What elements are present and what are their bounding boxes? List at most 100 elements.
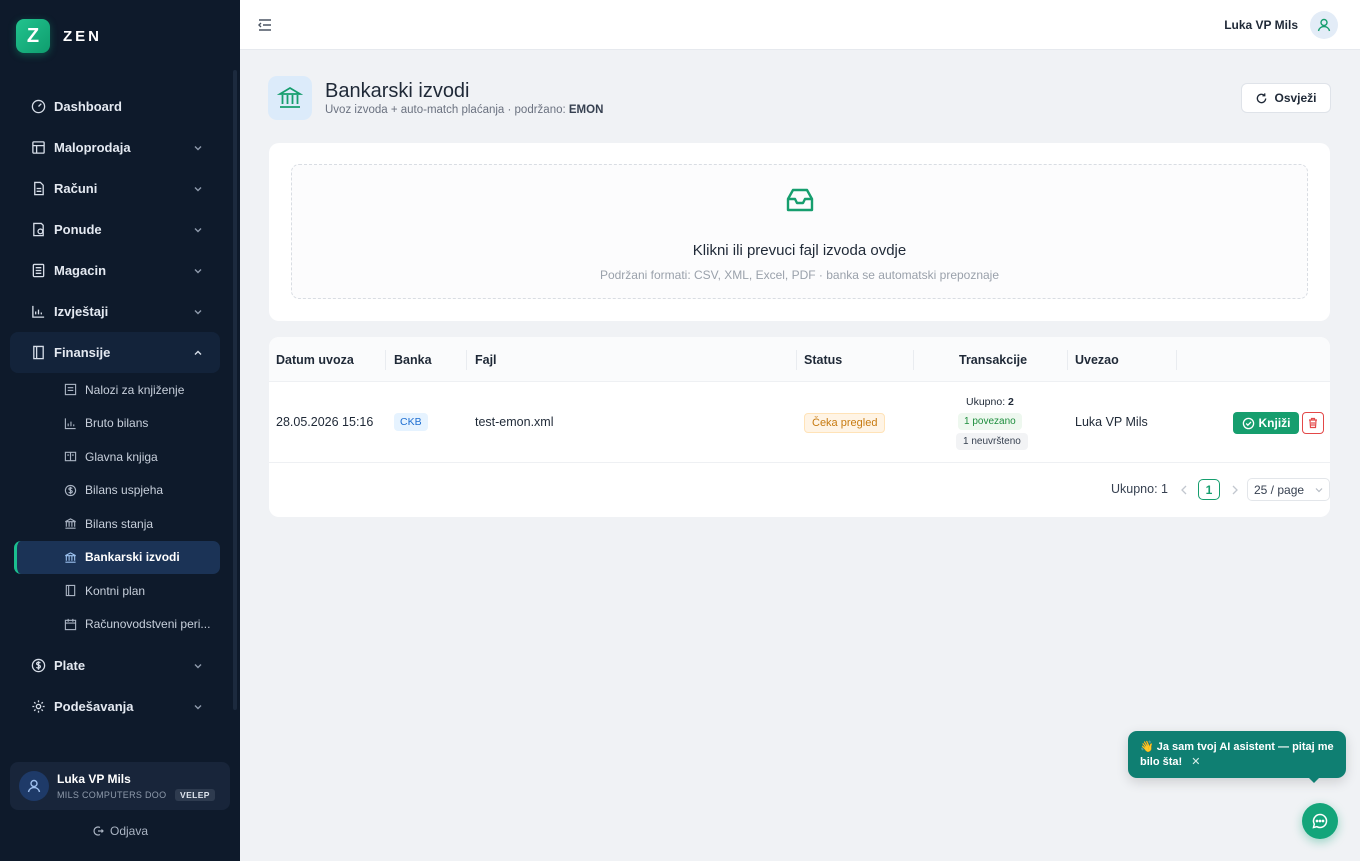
page-size-select[interactable]: 25 / page	[1247, 478, 1330, 501]
sidebar-subitem-label: Nalozi za knjiženje	[85, 382, 185, 397]
sidebar-item-glavna-knjiga[interactable]: Glavna knjiga	[14, 440, 220, 474]
book-icon	[63, 584, 77, 598]
sidebar-scrollbar[interactable]	[233, 70, 237, 710]
ai-assistant-message: Ja sam tvoj AI asistent — pitaj me bilo …	[1140, 741, 1334, 768]
column-divider	[385, 350, 386, 370]
chevron-down-icon	[194, 187, 202, 192]
sidebar-item-bruto-bilans[interactable]: Bruto bilans	[14, 407, 220, 441]
delete-button[interactable]	[1302, 412, 1324, 434]
sidebar-item-finansije[interactable]: Finansije	[10, 332, 220, 373]
sidebar-item-label: Izvještaji	[54, 304, 109, 319]
column-divider	[1176, 350, 1177, 370]
column-header-transactions[interactable]: Transakcije	[959, 353, 1027, 367]
chart-icon	[30, 304, 46, 320]
warehouse-icon	[30, 263, 46, 279]
sidebar-user-card[interactable]: Luka VP Mils MILS COMPUTERS DOO VELEP	[10, 762, 230, 810]
table-row[interactable]: 28.05.2026 15:16 CKB test-emon.xml Čeka …	[269, 382, 1330, 463]
sidebar-item-magacin[interactable]: Magacin	[10, 250, 220, 291]
logout-label: Odjava	[109, 824, 149, 838]
sidebar-item-ponude[interactable]: Ponude	[10, 209, 220, 250]
user-icon	[27, 779, 41, 793]
column-header-file[interactable]: Fajl	[475, 353, 497, 367]
page-subtitle: Uvoz izvoda + auto-match plaćanja · podr…	[325, 104, 603, 116]
dollar-icon	[63, 483, 77, 497]
sidebar-subitem-label: Bruto bilans	[85, 416, 149, 431]
check-circle-icon	[1242, 417, 1254, 429]
close-icon[interactable]: ✕	[1191, 755, 1200, 770]
bank-icon	[277, 86, 303, 108]
sidebar-item-dashboard[interactable]: Dashboard	[10, 86, 220, 127]
page-subtitle-text: Uvoz izvoda + auto-match plaćanja · podr…	[325, 104, 569, 116]
sidebar-item-kontni-plan[interactable]: Kontni plan	[14, 574, 220, 608]
column-divider	[913, 350, 914, 370]
page-icon	[268, 76, 312, 120]
sidebar-item-nalozi[interactable]: Nalozi za knjiženje	[14, 373, 220, 407]
column-header-status[interactable]: Status	[804, 353, 842, 367]
header-user-name[interactable]: Luka VP Mils	[1224, 18, 1298, 32]
logout-icon	[93, 826, 104, 836]
sidebar-item-label: Dashboard	[54, 99, 122, 114]
ledger-icon	[63, 450, 77, 464]
cell-date: 28.05.2026 15:16	[276, 415, 374, 429]
sidebar-item-label: Računi	[54, 181, 98, 196]
logo[interactable]: Z ZEN	[16, 19, 102, 53]
pagination: Ukupno: 1 1 25 / page	[269, 478, 1330, 502]
bank-icon	[63, 517, 77, 531]
chevron-left-icon[interactable]	[1177, 481, 1191, 499]
user-company: MILS COMPUTERS DOO	[57, 790, 167, 800]
column-header-imported-by[interactable]: Uvezao	[1075, 353, 1119, 367]
logout-button[interactable]: Odjava	[0, 824, 240, 838]
column-divider	[1067, 350, 1068, 370]
chevron-down-icon	[194, 228, 202, 233]
sidebar: Z ZEN Dashboard Maloprodaja Računi Ponud…	[0, 0, 240, 861]
menu-fold-icon[interactable]	[256, 16, 274, 34]
bank-icon	[63, 550, 77, 564]
wave-icon: 👋	[1140, 741, 1154, 753]
chat-button[interactable]	[1302, 803, 1338, 839]
column-header-bank[interactable]: Banka	[394, 353, 432, 367]
statements-table-card: Datum uvoza Banka Fajl Status Transakcij…	[269, 337, 1330, 517]
sidebar-subitem-label: Bankarski izvodi	[85, 550, 180, 565]
column-header-date[interactable]: Datum uvoza	[276, 353, 354, 367]
file-dropzone[interactable]: Klikni ili prevuci fajl izvoda ovdje Pod…	[291, 164, 1308, 299]
sidebar-item-label: Maloprodaja	[54, 140, 131, 155]
dropzone-hint: Podržani formati: CSV, XML, Excel, PDF ·…	[599, 268, 1000, 282]
user-name: Luka VP Mils	[57, 772, 131, 786]
sidebar-item-bilans-uspjeha[interactable]: Bilans uspjeha	[14, 474, 220, 508]
refresh-icon	[1257, 92, 1267, 103]
cell-imported-by: Luka VP Mils	[1075, 415, 1148, 429]
sidebar-item-bankarski-izvodi[interactable]: Bankarski izvodi	[14, 540, 220, 574]
app-name: ZEN	[63, 27, 102, 45]
sidebar-item-racuni[interactable]: Računi	[10, 168, 220, 209]
sidebar-item-label: Podešavanja	[54, 699, 134, 714]
transactions-total: Ukupno: 2	[966, 396, 1014, 408]
header-avatar[interactable]	[1310, 11, 1338, 39]
sidebar-item-label: Magacin	[54, 263, 107, 278]
finansije-submenu: Nalozi za knjiženje Bruto bilans Glavna …	[10, 373, 220, 645]
pagination-page-1[interactable]: 1	[1198, 479, 1220, 500]
page-title: Bankarski izvodi	[325, 80, 470, 102]
chevron-down-icon	[194, 664, 202, 669]
dropzone-title: Klikni ili prevuci fajl izvoda ovdje	[692, 242, 907, 259]
sidebar-item-label: Finansije	[54, 345, 111, 360]
sidebar-item-racunovodstveni-periodi[interactable]: Računovodstveni peri...	[14, 608, 220, 642]
chevron-right-icon[interactable]	[1228, 481, 1242, 499]
chart-icon	[63, 416, 77, 430]
sidebar-item-label: Plate	[54, 658, 86, 673]
ai-assistant-bubble[interactable]: 👋 Ja sam tvoj AI asistent — pitaj me bil…	[1128, 731, 1346, 778]
sidebar-item-izvjestaji[interactable]: Izvještaji	[10, 291, 220, 332]
sidebar-item-plate[interactable]: Plate	[10, 645, 220, 686]
document-icon	[30, 181, 46, 197]
transactions-total-label: Ukupno:	[966, 396, 1009, 408]
inbox-icon	[786, 188, 814, 212]
refresh-button[interactable]: Osvježi	[1241, 83, 1331, 113]
sidebar-subitem-label: Računovodstveni peri...	[85, 617, 211, 632]
column-divider	[796, 350, 797, 370]
sidebar-item-maloprodaja[interactable]: Maloprodaja	[10, 127, 220, 168]
refresh-label: Osvježi	[1274, 91, 1317, 105]
post-button[interactable]: Knjiži	[1233, 412, 1299, 434]
sidebar-item-podesavanja[interactable]: Podešavanja	[10, 686, 220, 727]
sidebar-subitem-label: Bilans uspjeha	[85, 483, 164, 498]
page-size-value: 25 / page	[1254, 482, 1305, 497]
sidebar-item-bilans-stanja[interactable]: Bilans stanja	[14, 507, 220, 541]
